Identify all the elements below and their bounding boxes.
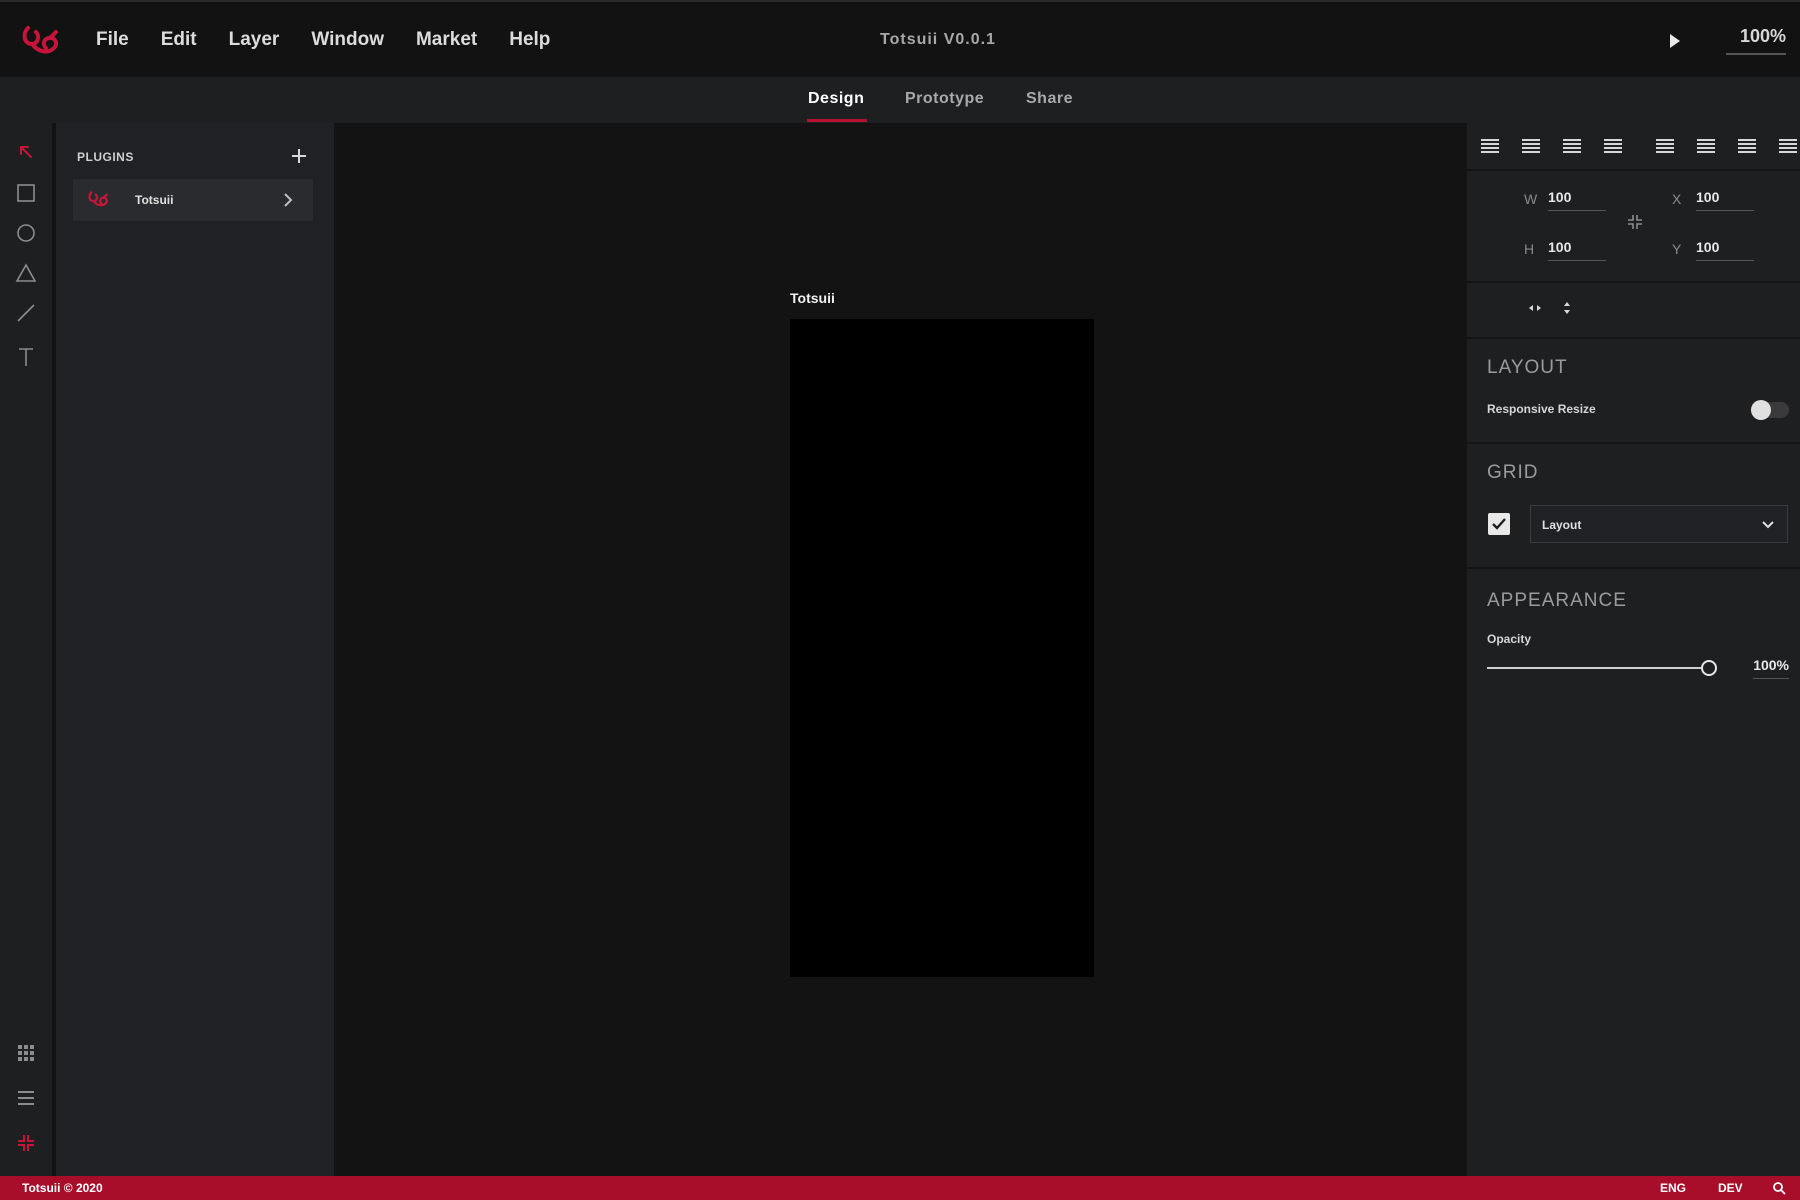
- layout-section: LAYOUT Responsive Resize: [1467, 337, 1800, 442]
- mode-tabs: Design Prototype Share: [0, 77, 1800, 123]
- triangle-icon[interactable]: [14, 261, 38, 285]
- tool-rail: [0, 123, 54, 1176]
- design-canvas[interactable]: Totsuii: [334, 123, 1467, 1176]
- grid-enabled-checkbox[interactable]: [1488, 513, 1510, 535]
- responsive-resize-toggle[interactable]: [1751, 400, 1789, 420]
- artboard-frame[interactable]: [790, 319, 1094, 977]
- tab-design[interactable]: Design: [808, 90, 864, 108]
- app-window: File Edit Layer Window Market Help Totsu…: [0, 0, 1800, 1200]
- search-icon[interactable]: [1772, 1181, 1786, 1195]
- y-input[interactable]: 100: [1696, 239, 1754, 261]
- mode-indicator[interactable]: DEV: [1718, 1181, 1743, 1195]
- flip-horizontal-icon[interactable]: [1527, 300, 1543, 316]
- play-icon[interactable]: [1667, 31, 1683, 51]
- align-bottom-icon[interactable]: [1695, 135, 1717, 157]
- plus-icon[interactable]: [288, 145, 310, 167]
- chevron-down-icon: [1762, 521, 1774, 529]
- transform-section: [1467, 281, 1800, 337]
- text-icon[interactable]: [14, 345, 38, 369]
- toggle-knob: [1751, 400, 1771, 420]
- menu-file[interactable]: File: [96, 29, 129, 51]
- menu-market[interactable]: Market: [416, 29, 477, 51]
- tab-share[interactable]: Share: [1026, 90, 1073, 108]
- x-input[interactable]: 100: [1696, 189, 1754, 211]
- y-label: Y: [1672, 241, 1682, 257]
- align-top-icon[interactable]: [1602, 135, 1624, 157]
- align-middle-icon[interactable]: [1654, 135, 1676, 157]
- distribute-horizontal-icon[interactable]: [1736, 135, 1758, 157]
- opacity-slider-thumb[interactable]: [1701, 660, 1717, 676]
- menu-layer[interactable]: Layer: [229, 29, 280, 51]
- checkmark-icon: [1492, 518, 1506, 530]
- align-center-horizontal-icon[interactable]: [1520, 135, 1542, 157]
- menu-window[interactable]: Window: [311, 29, 384, 51]
- ellipse-icon[interactable]: [14, 221, 38, 245]
- select-arrow-icon[interactable]: [14, 140, 38, 164]
- distribute-vertical-icon[interactable]: [1777, 135, 1799, 157]
- layers-icon[interactable]: [14, 1086, 38, 1110]
- totsuii-logo-icon: [88, 191, 108, 207]
- status-bar: Totsuii © 2020 ENG DEV: [0, 1176, 1800, 1200]
- plugins-title: PLUGINS: [77, 150, 134, 164]
- align-left-icon[interactable]: [1479, 135, 1501, 157]
- appearance-section: APPEARANCE Opacity 100%: [1467, 567, 1800, 1176]
- zoom-level[interactable]: 100%: [1726, 26, 1786, 55]
- plugins-panel: PLUGINS Totsuii: [56, 123, 334, 1176]
- dimensions-section: W 100 H 100 X 100 Y 100: [1467, 169, 1800, 281]
- appearance-title: APPEARANCE: [1487, 590, 1627, 611]
- plugins-icon[interactable]: [14, 1131, 38, 1155]
- menu-bar: File Edit Layer Window Market Help: [96, 29, 582, 51]
- active-tab-indicator: [807, 119, 867, 122]
- app-title: Totsuii V0.0.1: [880, 31, 996, 48]
- menu-edit[interactable]: Edit: [161, 29, 197, 51]
- opacity-label: Opacity: [1487, 632, 1532, 646]
- grid-section: GRID Layout: [1467, 442, 1800, 567]
- x-label: X: [1672, 191, 1682, 207]
- height-label: H: [1524, 241, 1535, 257]
- line-icon[interactable]: [14, 301, 38, 325]
- flip-vertical-icon[interactable]: [1559, 300, 1575, 316]
- frame-label[interactable]: Totsuii: [790, 290, 835, 306]
- layout-title: LAYOUT: [1487, 357, 1568, 378]
- plugin-name: Totsuii: [135, 193, 174, 207]
- copyright-text: Totsuii © 2020: [22, 1181, 103, 1195]
- top-bar: File Edit Layer Window Market Help Totsu…: [0, 0, 1800, 77]
- menu-help[interactable]: Help: [509, 29, 550, 51]
- opacity-input[interactable]: 100%: [1753, 657, 1789, 679]
- chevron-right-icon: [284, 193, 293, 207]
- grid-type-value: Layout: [1542, 518, 1582, 532]
- grid-title: GRID: [1487, 462, 1539, 483]
- properties-panel: W 100 H 100 X 100 Y 100 LAYOUT Responsiv…: [1467, 123, 1800, 1176]
- constrain-proportions-icon[interactable]: [1626, 213, 1644, 231]
- align-right-icon[interactable]: [1561, 135, 1583, 157]
- rectangle-icon[interactable]: [14, 181, 38, 205]
- grid-type-select[interactable]: Layout: [1530, 505, 1788, 543]
- width-label: W: [1524, 191, 1538, 207]
- grid-icon[interactable]: [14, 1041, 38, 1065]
- tab-prototype[interactable]: Prototype: [905, 90, 984, 108]
- plugin-item-totsuii[interactable]: Totsuii: [73, 179, 313, 221]
- language-indicator[interactable]: ENG: [1660, 1181, 1686, 1195]
- width-input[interactable]: 100: [1548, 189, 1606, 211]
- alignment-toolbar: [1467, 123, 1800, 169]
- height-input[interactable]: 100: [1548, 239, 1606, 261]
- responsive-resize-label: Responsive Resize: [1487, 402, 1596, 416]
- opacity-slider-track[interactable]: [1487, 667, 1709, 669]
- totsuii-logo-icon[interactable]: [18, 22, 62, 62]
